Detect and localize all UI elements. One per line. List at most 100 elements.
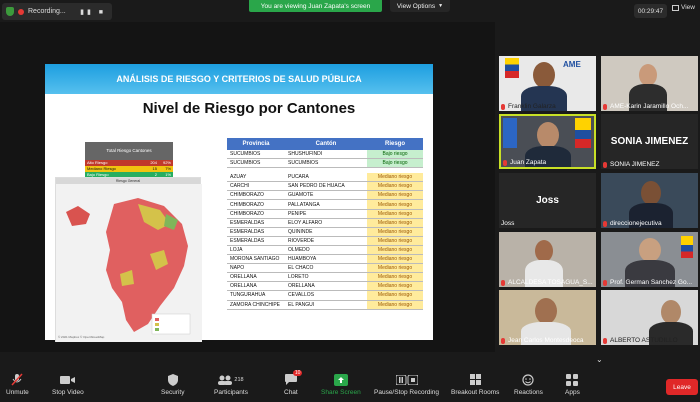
flag-icon bbox=[503, 118, 517, 148]
apps-icon bbox=[566, 373, 578, 386]
participant-tile-active-speaker[interactable]: Juan Zapata bbox=[499, 114, 596, 169]
stop-video-label: Stop Video bbox=[52, 389, 84, 396]
chat-icon: 10 bbox=[285, 373, 297, 386]
cell-riesgo: Mediano riesgo bbox=[367, 246, 423, 254]
table-row: AZUAYPUCARAMediano riesgo bbox=[227, 173, 423, 182]
participant-name: Jean Carlos Montesdeoca bbox=[501, 337, 584, 344]
breakout-rooms-button[interactable]: Breakout Rooms bbox=[451, 373, 499, 396]
participants-icon: 218 bbox=[218, 373, 243, 386]
cell-provincia: SUCUMBIOS bbox=[227, 159, 285, 167]
participant-tile[interactable]: direccionejecutiva bbox=[601, 173, 698, 228]
person-head bbox=[661, 300, 681, 324]
cell-riesgo: Mediano riesgo bbox=[367, 282, 423, 290]
participant-tile[interactable]: ALBERTO ASTUDILLO bbox=[601, 290, 698, 345]
pause-stop-recording-button[interactable]: Pause/Stop Recording bbox=[374, 373, 439, 396]
table-row: ORELLANAORELLANAMediano riesgo bbox=[227, 282, 423, 291]
participant-tile[interactable]: SONIA JIMENEZ SONIA JIMENEZ bbox=[601, 114, 698, 169]
muted-mic-icon bbox=[603, 221, 607, 227]
reactions-button[interactable]: Reactions bbox=[514, 373, 543, 396]
view-button[interactable]: View bbox=[672, 4, 695, 11]
cell-canton: EL CHACO bbox=[285, 264, 367, 272]
table-row: CHIMBORAZOPALLATANGAMediano riesgo bbox=[227, 200, 423, 209]
participant-tile[interactable]: Joss Joss bbox=[499, 173, 596, 228]
person-head bbox=[535, 298, 557, 324]
stop-video-button[interactable]: Stop Video bbox=[52, 373, 84, 396]
cell-riesgo: Mediano riesgo bbox=[367, 200, 423, 208]
muted-mic-icon bbox=[603, 104, 607, 110]
cell-provincia: CARCHI bbox=[227, 182, 285, 190]
cell-canton: ORELLANA bbox=[285, 282, 367, 290]
muted-mic-icon bbox=[603, 338, 607, 344]
col-provincia: Provincia bbox=[227, 138, 285, 150]
top-bar: Recording... ▮▮ ■ You are viewing Juan Z… bbox=[0, 0, 700, 22]
record-label: Pause/Stop Recording bbox=[374, 389, 439, 396]
cell-provincia: ESMERALDAS bbox=[227, 237, 285, 245]
breakout-rooms-icon bbox=[470, 373, 481, 386]
share-screen-button[interactable]: Share Screen bbox=[321, 373, 361, 396]
participant-tile[interactable]: ALCALDESA TOSAGUA_S... bbox=[499, 232, 596, 287]
record-dot-icon bbox=[18, 9, 24, 15]
cell-riesgo: Mediano riesgo bbox=[367, 210, 423, 218]
grid-icon bbox=[672, 5, 679, 11]
cell-canton: PENIPE bbox=[285, 210, 367, 218]
risk-table: Provincia Cantón Riesgo SUCUMBIOSSHUSHUF… bbox=[227, 138, 423, 310]
table-row: CHIMBORAZOGUAMOTEMediano riesgo bbox=[227, 191, 423, 200]
col-canton: Cantón bbox=[285, 138, 367, 150]
chat-badge: 10 bbox=[293, 370, 303, 376]
participants-label: Participants bbox=[214, 389, 248, 396]
cell-provincia: CHIMBORAZO bbox=[227, 200, 285, 208]
share-screen-label: Share Screen bbox=[321, 389, 361, 396]
view-label: View bbox=[681, 4, 695, 11]
person-head bbox=[641, 181, 661, 205]
table-row: ESMERALDASELOY ALFAROMediano riesgo bbox=[227, 219, 423, 228]
person-head bbox=[537, 122, 559, 148]
participant-tile[interactable]: Prof. German Sanchez Go... bbox=[601, 232, 698, 287]
participants-count: 218 bbox=[234, 377, 243, 383]
pause-stop-icon bbox=[396, 373, 418, 386]
leave-button[interactable]: Leave bbox=[666, 379, 698, 395]
table-row: SUCUMBIOSSHUSHUFINDIBajo riesgo bbox=[227, 150, 423, 159]
participant-tile[interactable]: AME Franklin Galarza bbox=[499, 56, 596, 111]
cell-canton: SAN PEDRO DE HUACA bbox=[285, 182, 367, 190]
cell-canton: ELOY ALFARO bbox=[285, 219, 367, 227]
slide-header: ANÁLISIS DE RIESGO Y CRITERIOS DE SALUD … bbox=[45, 64, 433, 94]
person-head bbox=[533, 62, 555, 88]
apps-button[interactable]: Apps bbox=[565, 373, 580, 396]
reactions-icon bbox=[522, 373, 534, 386]
cell-provincia: ORELLANA bbox=[227, 273, 285, 281]
muted-mic-icon bbox=[603, 280, 607, 286]
view-options-button[interactable]: View Options ▼ bbox=[390, 0, 450, 12]
unmute-button[interactable]: Unmute bbox=[6, 373, 29, 396]
meeting-toolbar: Unmute Stop Video Security 218 Participa… bbox=[0, 369, 700, 402]
mic-muted-icon bbox=[11, 373, 23, 386]
recording-indicator[interactable]: Recording... ▮▮ ■ bbox=[2, 3, 112, 20]
table-row: SUCUMBIOSSUCUMBIOSBajo riesgo bbox=[227, 159, 423, 168]
table-row: ORELLANALORETOMediano riesgo bbox=[227, 273, 423, 282]
cell-riesgo: Mediano riesgo bbox=[367, 255, 423, 263]
chevron-down-icon[interactable]: ⌄ bbox=[596, 355, 608, 365]
cell-riesgo: Mediano riesgo bbox=[367, 228, 423, 236]
cell-canton: SHUSHUFINDI bbox=[285, 150, 367, 158]
apps-label: Apps bbox=[565, 389, 580, 396]
cell-riesgo: Mediano riesgo bbox=[367, 291, 423, 299]
cell-canton: OLMEDO bbox=[285, 246, 367, 254]
chat-button[interactable]: 10 Chat bbox=[284, 373, 298, 396]
participant-tile[interactable]: AME-Karin Jaramillo Och... bbox=[601, 56, 698, 111]
share-screen-icon bbox=[334, 373, 348, 386]
participants-button[interactable]: 218 Participants bbox=[214, 373, 248, 396]
map-graphic bbox=[56, 184, 202, 342]
cell-provincia: ESMERALDAS bbox=[227, 228, 285, 236]
cell-provincia: MORONA SANTIAGO bbox=[227, 255, 285, 263]
meeting-timer: 00:29:47 bbox=[634, 4, 667, 18]
chat-label: Chat bbox=[284, 389, 298, 396]
participant-name: ALCALDESA TOSAGUA_S... bbox=[501, 279, 593, 286]
recording-controls[interactable]: ▮▮ ■ bbox=[80, 8, 106, 16]
participant-tile[interactable]: Jean Carlos Montesdeoca bbox=[499, 290, 596, 345]
shield-icon bbox=[168, 373, 178, 386]
cell-riesgo: Mediano riesgo bbox=[367, 182, 423, 190]
view-options-label: View Options bbox=[397, 3, 435, 10]
cell-riesgo: Bajo riesgo bbox=[367, 159, 423, 167]
cell-provincia: CHIMBORAZO bbox=[227, 210, 285, 218]
table-row: ESMERALDASRIOVERDEMediano riesgo bbox=[227, 237, 423, 246]
security-button[interactable]: Security bbox=[161, 373, 184, 396]
